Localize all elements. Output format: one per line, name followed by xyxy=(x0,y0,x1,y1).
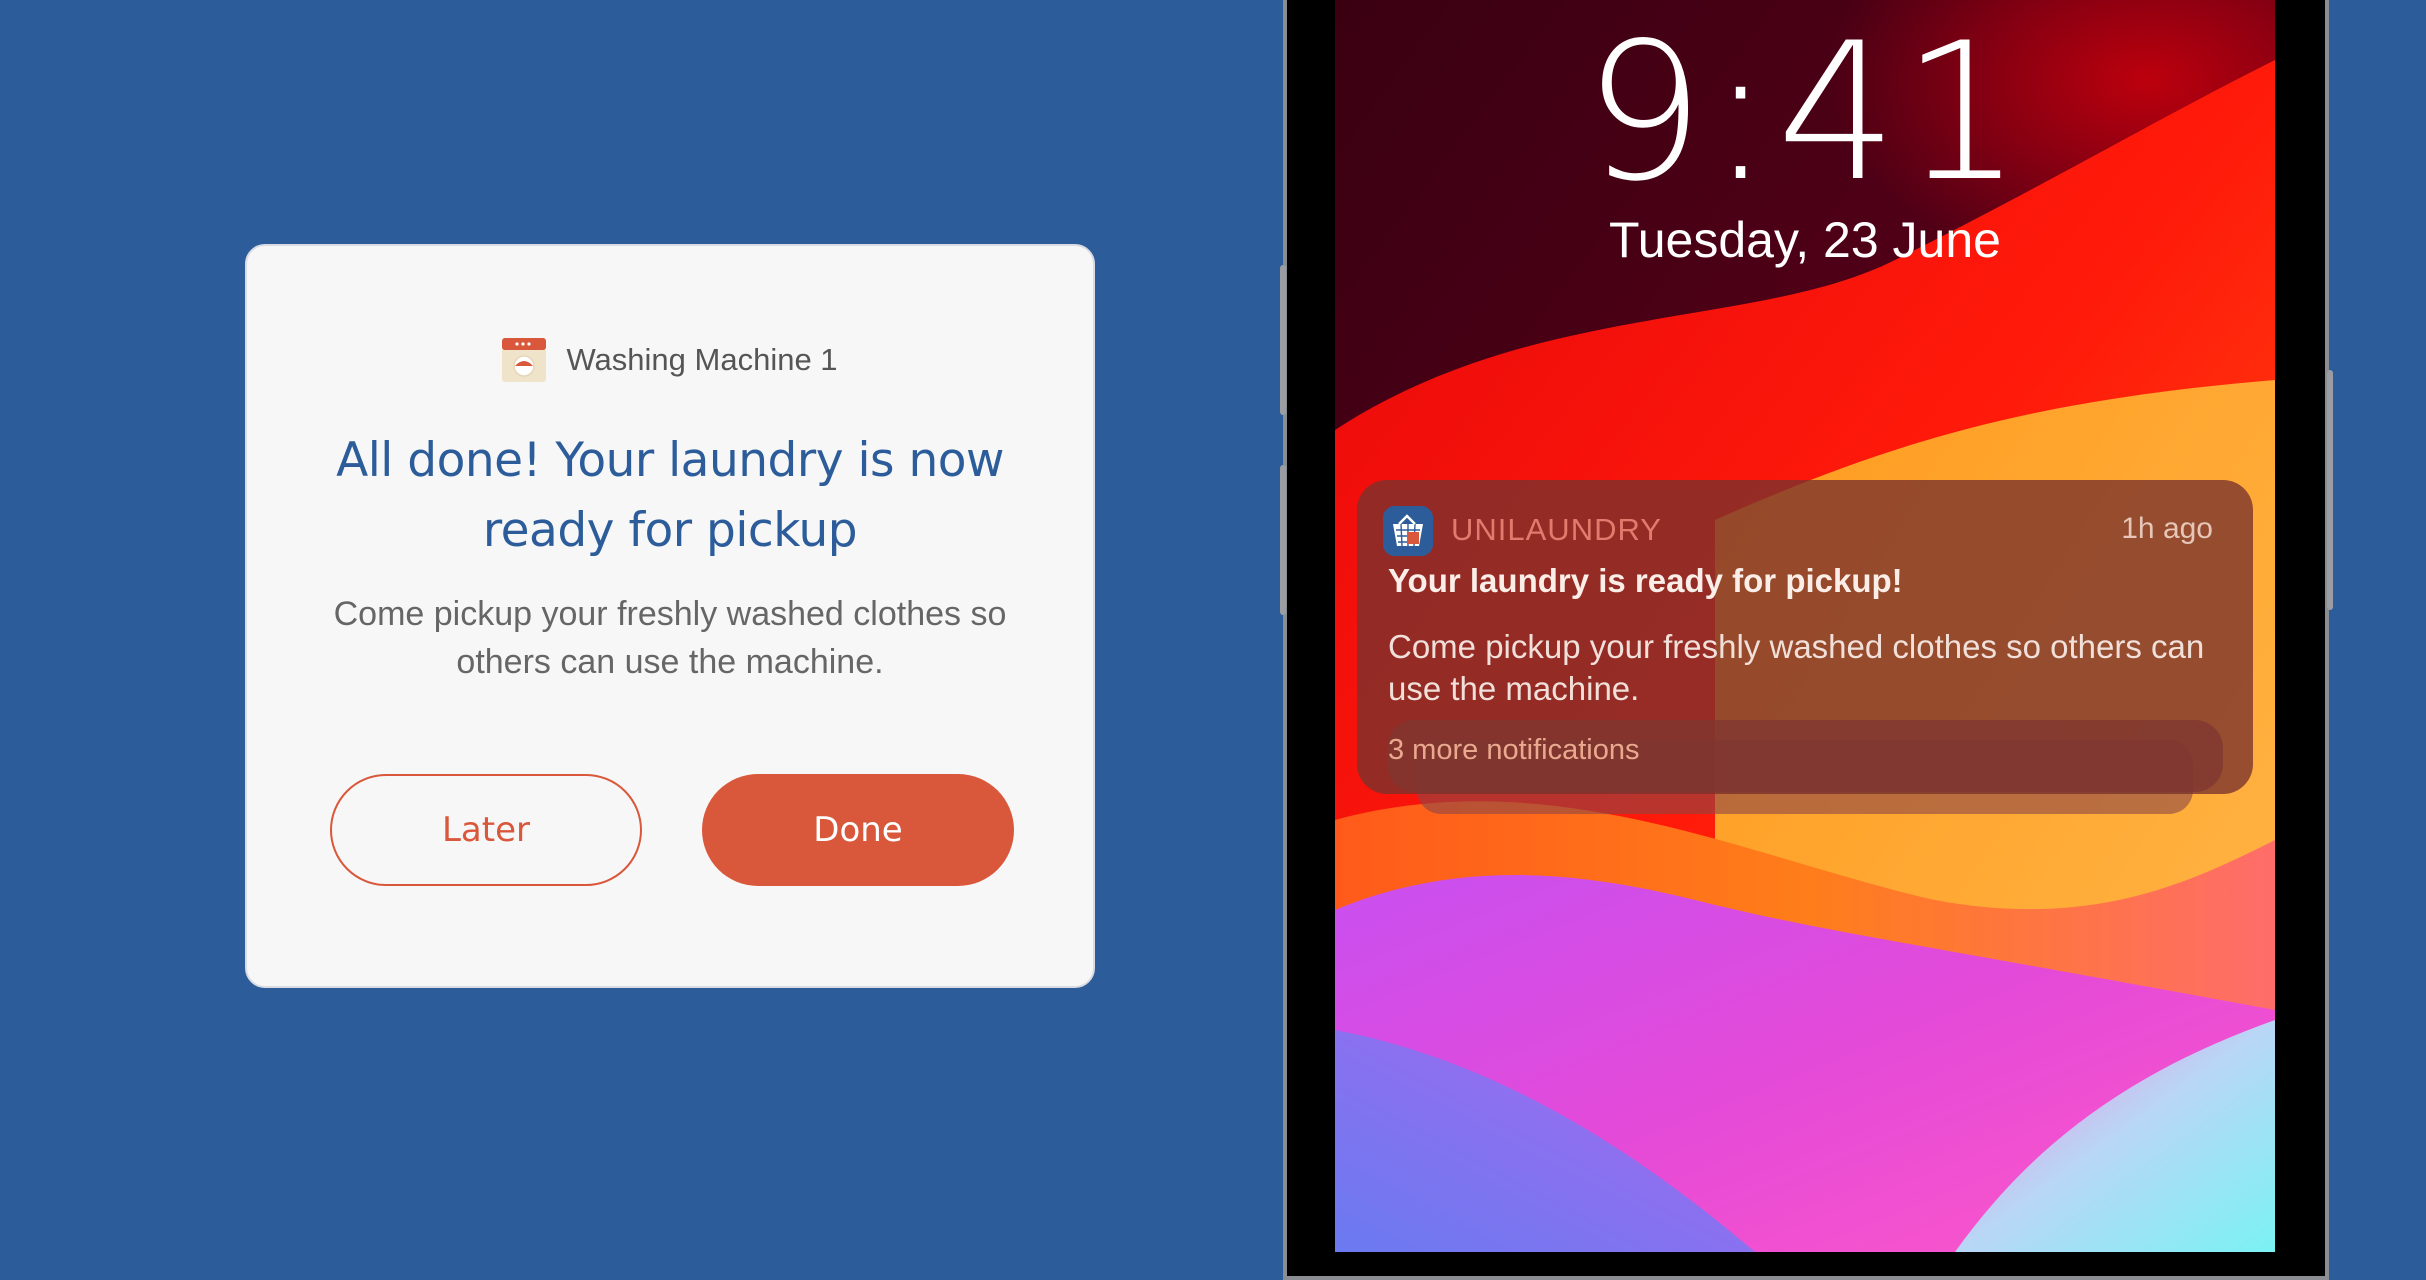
phone-side-button xyxy=(2327,370,2333,610)
washing-machine-icon xyxy=(502,338,547,382)
dialog-source-label: Washing Machine 1 xyxy=(566,342,838,377)
dialog-title: All done! Your laundry is now ready for … xyxy=(336,433,1004,558)
notification-body: Come pickup your freshly washed clothes … xyxy=(1388,628,2205,707)
later-button[interactable]: Later xyxy=(330,774,642,886)
more-notifications-label[interactable]: 3 more notifications xyxy=(1388,734,1639,767)
unilaundry-app-icon xyxy=(1383,506,1433,556)
phone-side-button xyxy=(1280,465,1286,615)
phone-side-button xyxy=(1280,265,1286,415)
dialog-body: Come pickup your freshly washed clothes … xyxy=(333,595,1007,681)
done-button[interactable]: Done xyxy=(702,774,1014,886)
lock-time: 9:41 xyxy=(1583,2,2027,223)
lock-date: Tuesday, 23 June xyxy=(1609,212,2001,268)
notification-title: Your laundry is ready for pickup! xyxy=(1388,562,1903,599)
pickup-dialog: Washing Machine 1 All done! Your laundry… xyxy=(245,244,1095,988)
notification-card[interactable]: UNILAUNDRY 1h ago Your laundry is ready … xyxy=(1357,480,2253,794)
notification-app-name: UNILAUNDRY xyxy=(1451,512,1662,547)
notification-time: 1h ago xyxy=(2121,512,2213,545)
lock-screen: 9:41 Tuesday, 23 June UNILAUNDRY 1h ago … xyxy=(1335,0,2275,1252)
dialog-header: Washing Machine 1 xyxy=(247,338,1093,382)
